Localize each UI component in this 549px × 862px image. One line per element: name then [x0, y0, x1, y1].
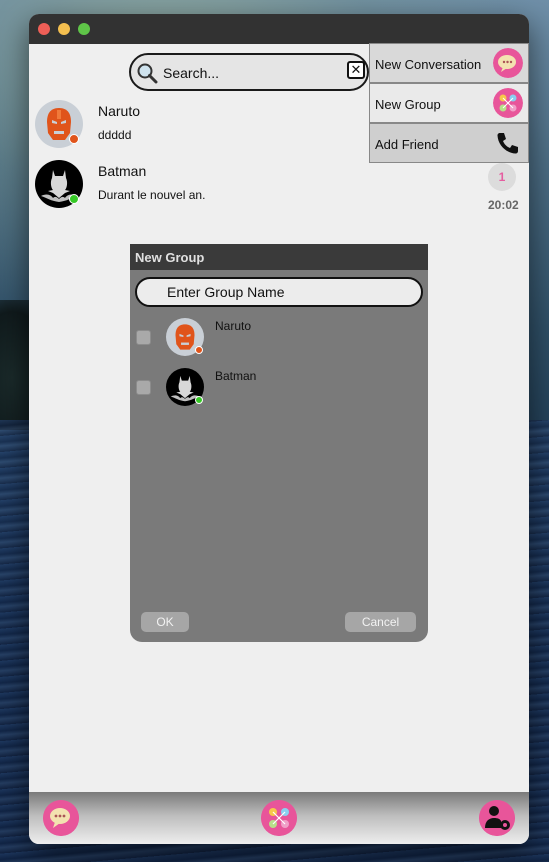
- member-checkbox[interactable]: [136, 380, 151, 395]
- menu-item-label: New Conversation: [375, 57, 482, 72]
- search-icon: [137, 63, 158, 84]
- cancel-button[interactable]: Cancel: [345, 612, 416, 632]
- chat-bubble-icon[interactable]: [43, 800, 79, 836]
- menu-item-new-conversation[interactable]: New Conversation: [369, 43, 529, 83]
- conversation-item-batman[interactable]: Batman Durant le nouvel an. 1 20:02: [29, 160, 529, 220]
- menu-item-label: New Group: [375, 97, 441, 112]
- maximize-window-button[interactable]: [78, 23, 90, 35]
- group-name-input[interactable]: [135, 277, 423, 307]
- menu-item-new-group[interactable]: New Group: [369, 83, 529, 123]
- status-dot-batman: [69, 194, 79, 204]
- dialog-title-bar: New Group: [130, 244, 428, 270]
- bottom-toolbar: [29, 792, 529, 844]
- conversation-last-message: Durant le nouvel an.: [98, 188, 206, 202]
- dialog-title: New Group: [135, 250, 205, 265]
- search-input[interactable]: [161, 61, 345, 85]
- member-name: Batman: [215, 369, 257, 383]
- profile-settings-icon[interactable]: [479, 800, 515, 836]
- member-row-naruto: Naruto: [130, 318, 428, 364]
- clear-search-icon[interactable]: ✕: [347, 61, 365, 79]
- menu-item-add-friend[interactable]: Add Friend: [369, 123, 529, 163]
- group-icon[interactable]: [261, 800, 297, 836]
- app-window: ✕ Naruto ddddd Batman Durant le nouvel a…: [29, 14, 529, 844]
- search-bar: ✕: [129, 53, 369, 91]
- new-group-dialog: New Group Naruto: [130, 244, 428, 642]
- group-icon: [493, 88, 523, 118]
- member-name: Naruto: [215, 319, 252, 333]
- status-dot-batman: [195, 396, 203, 404]
- close-window-button[interactable]: [38, 23, 50, 35]
- phone-icon: [497, 133, 518, 154]
- status-dot-naruto: [69, 134, 79, 144]
- chat-bubble-icon: [493, 48, 523, 78]
- conversation-last-message: ddddd: [98, 128, 132, 142]
- conversation-name: Naruto: [98, 103, 141, 119]
- member-row-batman: Batman: [130, 368, 428, 414]
- title-bar: [29, 14, 529, 44]
- conversation-name: Batman: [98, 163, 147, 179]
- menu-item-label: Add Friend: [375, 137, 439, 152]
- status-dot-naruto: [195, 346, 203, 354]
- unread-count-badge: 1: [488, 163, 516, 191]
- ok-button[interactable]: OK: [141, 612, 189, 632]
- member-checkbox[interactable]: [136, 330, 151, 345]
- conversation-time: 20:02: [488, 198, 519, 212]
- minimize-window-button[interactable]: [58, 23, 70, 35]
